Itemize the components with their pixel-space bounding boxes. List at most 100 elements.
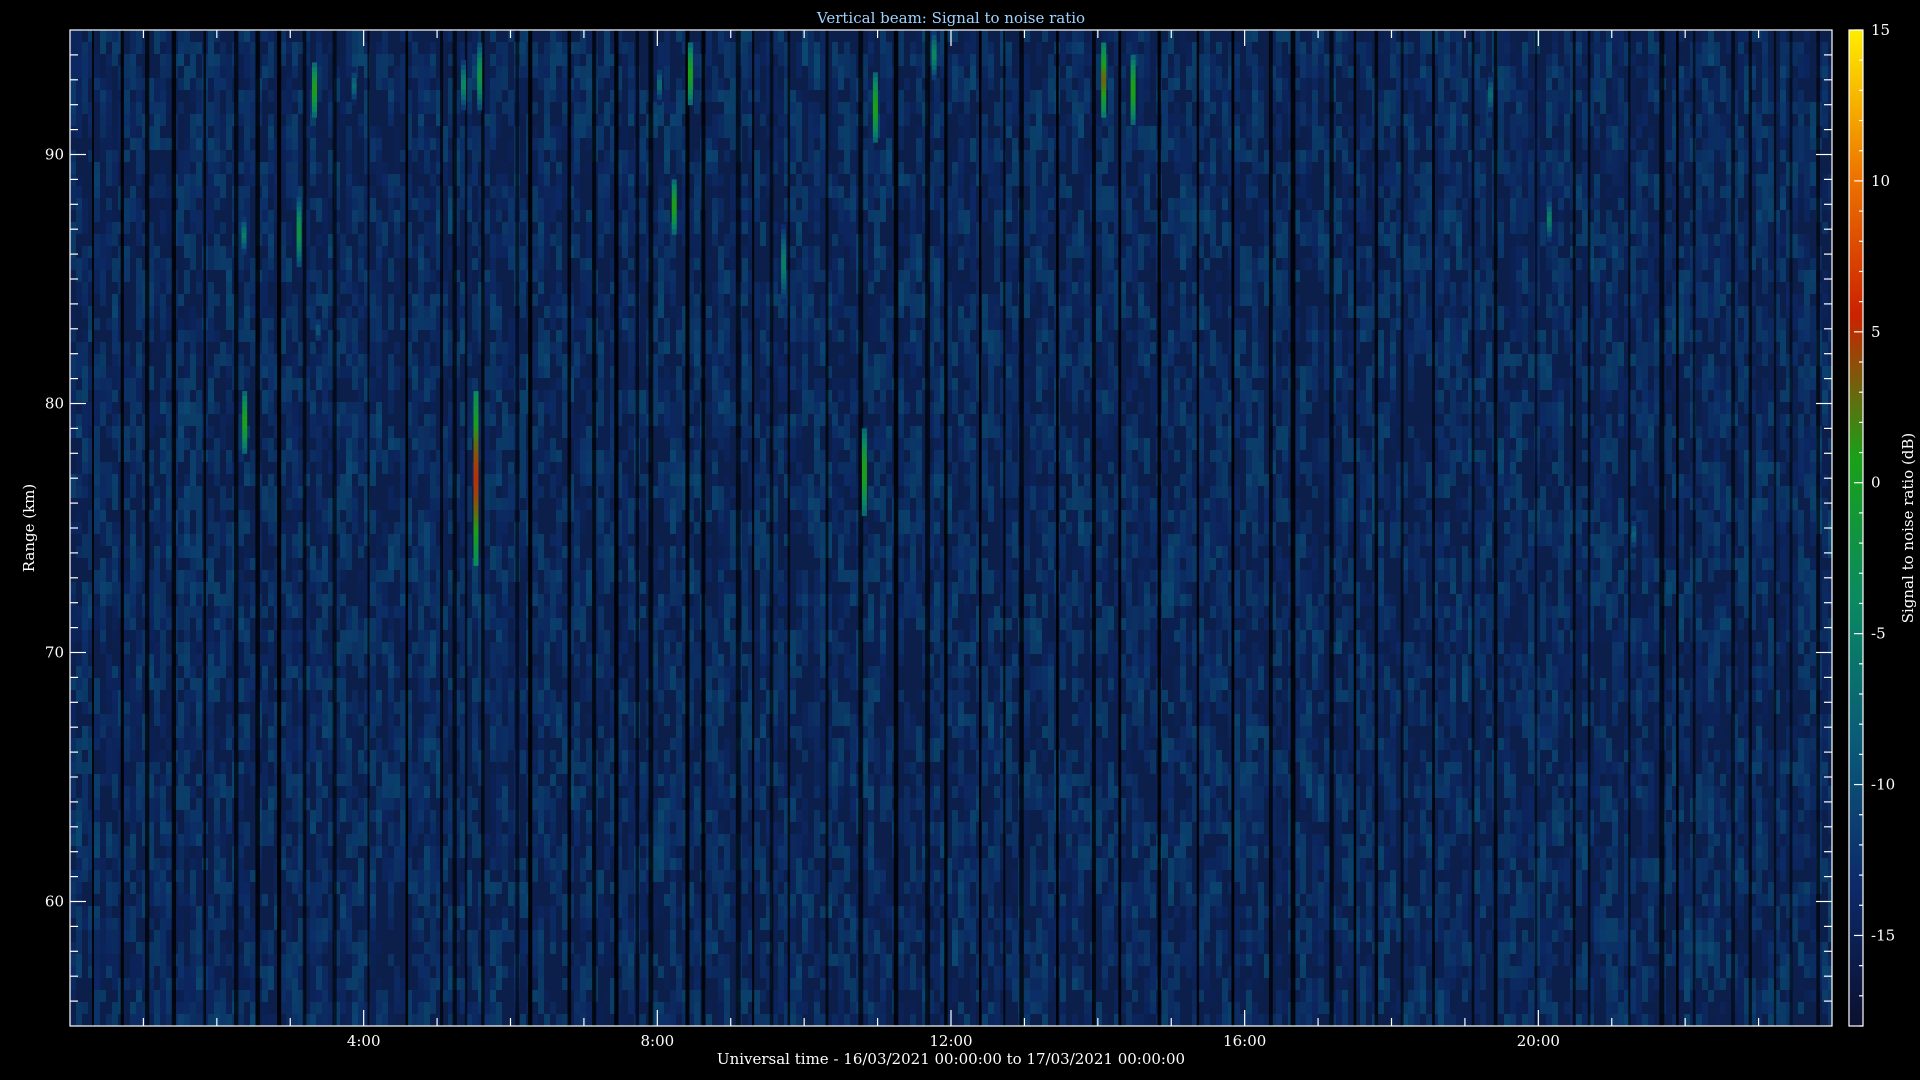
noise-cell — [640, 582, 646, 594]
noise-cell — [112, 342, 118, 354]
noise-cell — [112, 222, 118, 234]
noise-cell — [196, 954, 202, 966]
noise-cell — [352, 210, 358, 234]
noise-cell — [178, 78, 184, 90]
noise-cell — [658, 618, 664, 630]
noise-cell — [394, 498, 400, 510]
noise-cell — [754, 822, 760, 858]
noise-cell — [184, 642, 190, 654]
noise-cell — [538, 366, 544, 378]
noise-cell — [532, 786, 538, 798]
noise-cell — [214, 726, 220, 738]
noise-cell — [286, 138, 292, 162]
noise-cell — [130, 1014, 136, 1026]
noise-cell — [370, 810, 376, 822]
noise-cell — [778, 618, 784, 642]
noise-cell — [130, 378, 136, 390]
noise-cell — [154, 246, 160, 258]
noise-cell — [106, 738, 112, 750]
noise-cell — [424, 474, 430, 498]
noise-cell — [94, 198, 100, 222]
noise-cell — [562, 690, 568, 714]
noise-cell — [424, 534, 430, 558]
noise-cell — [124, 654, 130, 690]
noise-cell — [418, 606, 424, 630]
noise-cell — [388, 918, 394, 930]
noise-cell — [106, 522, 112, 546]
noise-cell — [472, 294, 478, 330]
noise-cell — [94, 426, 100, 450]
noise-cell — [574, 198, 580, 210]
noise-cell — [604, 534, 610, 570]
noise-cell — [706, 810, 712, 822]
noise-cell — [268, 798, 274, 810]
noise-cell — [706, 822, 712, 834]
noise-cell — [112, 150, 118, 162]
noise-cell — [292, 546, 298, 570]
noise-cell — [604, 942, 610, 966]
noise-cell — [208, 714, 214, 726]
noise-cell — [508, 546, 514, 558]
noise-cell — [760, 174, 766, 186]
noise-cell — [340, 306, 346, 318]
noise-cell — [598, 126, 604, 138]
noise-cell — [604, 306, 610, 330]
noise-cell — [418, 366, 424, 378]
noise-cell — [694, 654, 700, 678]
noise-cell — [394, 210, 400, 222]
noise-cell — [520, 222, 526, 234]
noise-cell — [544, 558, 550, 582]
noise-cell — [214, 978, 220, 990]
noise-cell — [244, 906, 250, 918]
noise-cell — [658, 702, 664, 714]
noise-cell — [670, 846, 676, 858]
noise-cell — [424, 678, 430, 702]
noise-cell — [562, 594, 568, 606]
noise-cell — [472, 1014, 478, 1026]
noise-cell — [214, 474, 220, 486]
noise-cell — [724, 474, 730, 498]
noise-cell — [136, 582, 142, 618]
noise-cell — [250, 918, 256, 942]
noise-cell — [208, 978, 214, 1014]
noise-cell — [604, 714, 610, 726]
noise-cell — [208, 162, 214, 174]
noise-cell — [316, 678, 322, 690]
noise-cell — [490, 546, 496, 570]
noise-cell — [208, 174, 214, 186]
noise-cell — [496, 882, 502, 894]
noise-cell — [286, 834, 292, 846]
noise-cell — [418, 570, 424, 606]
noise-cell — [100, 402, 106, 426]
noise-cell — [550, 150, 556, 162]
noise-cell — [544, 114, 550, 150]
noise-cell — [754, 942, 760, 966]
noise-cell — [694, 294, 700, 306]
noise-cell — [706, 870, 712, 894]
noise-cell — [226, 402, 232, 426]
noise-cell — [112, 42, 118, 66]
noise-cell — [640, 678, 646, 714]
noise-cell — [340, 930, 346, 942]
noise-cell — [322, 990, 328, 1026]
noise-cell — [730, 234, 736, 246]
noise-cell — [586, 906, 592, 930]
noise-cell — [166, 258, 172, 270]
noise-cell — [490, 894, 496, 906]
noise-cell — [70, 186, 76, 210]
noise-cell — [100, 174, 106, 198]
noise-cell — [412, 390, 418, 414]
noise-cell — [598, 906, 604, 918]
noise-cell — [316, 990, 322, 1002]
noise-cell — [130, 78, 136, 90]
noise-cell — [358, 282, 364, 294]
noise-cell — [178, 438, 184, 462]
noise-cell — [166, 426, 172, 450]
noise-cell — [658, 882, 664, 918]
noise-cell — [214, 150, 220, 162]
noise-cell — [190, 1002, 196, 1026]
noise-cell — [244, 762, 250, 774]
noise-cell — [154, 930, 160, 966]
noise-cell — [472, 258, 478, 270]
noise-cell — [658, 558, 664, 570]
